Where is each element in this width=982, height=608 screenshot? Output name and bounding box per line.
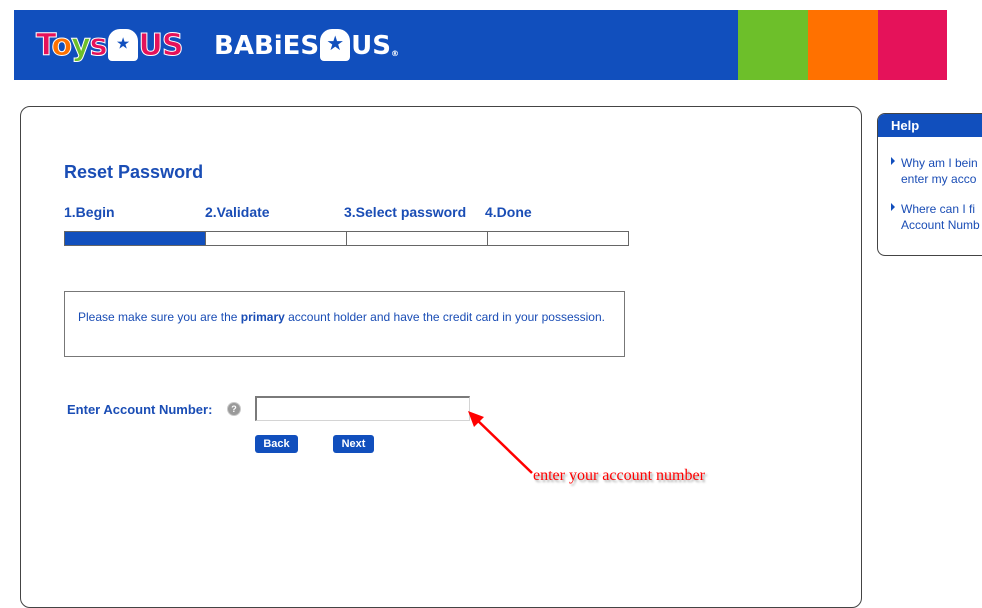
progress-segment [206,232,347,245]
step-begin: 1.Begin [64,204,115,220]
help-list: Why am I bein enter my acco Where can I … [888,155,982,247]
step-validate: 2.Validate [205,204,270,220]
help-link-line[interactable]: Why am I bein [901,156,978,170]
babies-r-us-logo[interactable]: BABiES ★ US® [214,26,399,66]
bullet-arrow-icon [891,203,895,211]
notice-text: Please make sure you are the primary acc… [78,309,608,325]
bullet-arrow-icon [891,157,895,165]
header-banner: Toys ★ US BABiES ★ US® [14,10,947,80]
help-link[interactable]: Why am I bein enter my acco [888,155,982,187]
help-link-line[interactable]: Where can I fi [901,202,975,216]
help-panel: Help Why am I bein enter my acco Where c… [877,113,982,256]
progress-segment [347,232,488,245]
pink-color-block [878,10,947,80]
back-button[interactable]: Back [255,435,298,453]
account-number-input[interactable] [255,396,470,421]
toys-r-us-logo[interactable]: Toys ★ US [35,26,184,66]
notice-text-end: account holder and have the credit card … [284,310,605,324]
green-color-block [738,10,808,80]
reset-password-panel: Reset Password 1.Begin 2.Validate 3.Sele… [20,106,862,608]
notice-text-start: Please make sure you are the [78,310,241,324]
trademark-symbol: ® [391,49,399,58]
help-link[interactable]: Where can I fi Account Numb [888,201,982,233]
notice-box: Please make sure you are the primary acc… [64,291,625,357]
help-link-line[interactable]: enter my acco [901,172,976,186]
step-select-password: 3.Select password [344,204,467,220]
progress-segment [65,232,206,245]
account-number-label: Enter Account Number: [67,402,213,417]
logo-letter: s [89,28,108,64]
logo-letter: y [71,28,92,64]
step-done: 4.Done [485,204,532,220]
logo-letter: o [51,28,73,64]
logo-us: US [351,31,391,61]
star-r-icon: ★ [320,28,351,61]
page-title: Reset Password [64,162,204,182]
notice-emphasis: primary [240,310,285,324]
logo-babies-text: BABiES [214,31,320,61]
arrow-shaft [473,416,533,474]
star-r-icon: ★ [107,28,138,61]
next-button[interactable]: Next [333,435,374,453]
progress-segment [488,232,628,245]
help-question-icon[interactable]: ? [227,402,241,416]
orange-color-block [808,10,878,80]
help-link-line[interactable]: Account Numb [901,218,980,232]
logo-letter: T [35,28,53,64]
help-header: Help [878,114,982,137]
annotation-text: enter your account number [533,467,705,484]
step-progress-bar [64,231,629,246]
logo-us: US [138,28,184,64]
